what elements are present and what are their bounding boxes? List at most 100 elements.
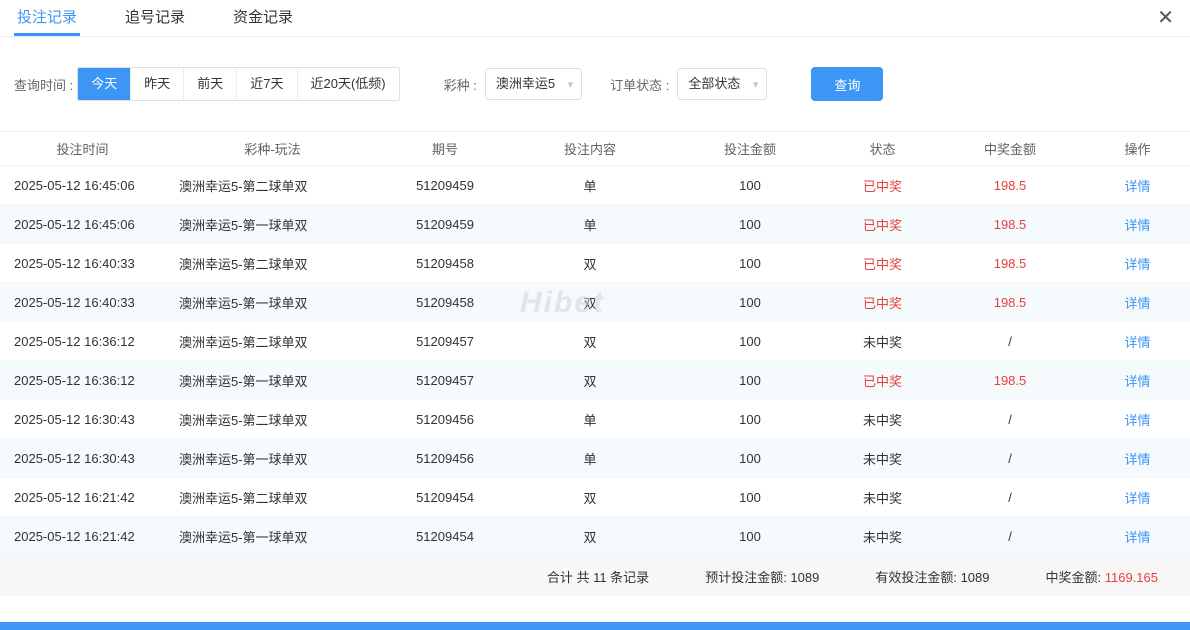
cell-win-amount: / <box>935 439 1085 478</box>
cell-amount: 100 <box>670 322 830 361</box>
cell-issue: 51209458 <box>380 244 510 283</box>
summary-win-amount: 中奖金额: 1169.165 <box>1046 567 1159 586</box>
cell-win-amount: / <box>935 400 1085 439</box>
table-row: 2025-05-12 16:36:12澳洲幸运5-第二球单双51209457双1… <box>0 322 1190 361</box>
tab-betting-records[interactable]: 投注记录 <box>14 0 80 36</box>
cell-win-amount: / <box>935 322 1085 361</box>
cell-content: 单 <box>510 439 670 478</box>
tab-chase-records[interactable]: 追号记录 <box>122 0 188 36</box>
table-row: 2025-05-12 16:30:43澳洲幸运5-第一球单双51209456单1… <box>0 439 1190 478</box>
header-win-amount: 中奖金额 <box>935 132 1085 166</box>
cell-issue: 51209459 <box>380 166 510 205</box>
chevron-down-icon: ▾ <box>568 70 574 100</box>
cell-issue: 51209454 <box>380 517 510 556</box>
summary-win-value: 1169.165 <box>1105 570 1158 585</box>
cell-amount: 100 <box>670 166 830 205</box>
order-status-select[interactable]: 全部状态 ▾ <box>677 68 767 100</box>
summary-bar: 合计 共 11 条记录 预计投注金额: 1089 有效投注金额: 1089 中奖… <box>0 556 1190 596</box>
detail-link[interactable]: 详情 <box>1124 179 1150 194</box>
cell-issue: 51209458 <box>380 283 510 322</box>
cell-status: 未中奖 <box>830 478 935 517</box>
cell-play: 澳洲幸运5-第二球单双 <box>165 244 380 283</box>
detail-link[interactable]: 详情 <box>1124 413 1150 428</box>
cell-action: 详情 <box>1085 205 1190 244</box>
header-bet-time: 投注时间 <box>0 132 165 166</box>
cell-amount: 100 <box>670 244 830 283</box>
cell-win-amount: / <box>935 478 1085 517</box>
detail-link[interactable]: 详情 <box>1124 218 1150 233</box>
cell-play: 澳洲幸运5-第二球单双 <box>165 478 380 517</box>
query-button[interactable]: 查询 <box>811 67 883 101</box>
cell-amount: 100 <box>670 439 830 478</box>
cell-content: 双 <box>510 244 670 283</box>
order-status-select-value: 全部状态 <box>688 76 740 91</box>
table-row: 2025-05-12 16:21:42澳洲幸运5-第二球单双51209454双1… <box>0 478 1190 517</box>
table-row: 2025-05-12 16:30:43澳洲幸运5-第二球单双51209456单1… <box>0 400 1190 439</box>
detail-link[interactable]: 详情 <box>1124 491 1150 506</box>
detail-link[interactable]: 详情 <box>1124 530 1150 545</box>
table-row: 2025-05-12 16:40:33澳洲幸运5-第二球单双51209458双1… <box>0 244 1190 283</box>
detail-link[interactable]: 详情 <box>1124 296 1150 311</box>
cell-issue: 51209454 <box>380 478 510 517</box>
cell-bet-time: 2025-05-12 16:45:06 <box>0 205 165 244</box>
cell-win-amount: 198.5 <box>935 166 1085 205</box>
cell-action: 详情 <box>1085 361 1190 400</box>
cell-content: 双 <box>510 478 670 517</box>
cell-content: 双 <box>510 517 670 556</box>
cell-bet-time: 2025-05-12 16:21:42 <box>0 478 165 517</box>
close-icon[interactable]: ✕ <box>1157 5 1174 31</box>
cell-amount: 100 <box>670 361 830 400</box>
detail-link[interactable]: 详情 <box>1124 452 1150 467</box>
cell-content: 双 <box>510 322 670 361</box>
cell-content: 单 <box>510 205 670 244</box>
cell-content: 单 <box>510 166 670 205</box>
time-range-group: 今天 昨天 前天 近7天 近20天(低频) <box>77 67 399 101</box>
summary-valid-amount: 有效投注金额: 1089 <box>875 567 989 586</box>
cell-bet-time: 2025-05-12 16:40:33 <box>0 244 165 283</box>
cell-content: 单 <box>510 400 670 439</box>
summary-win-label: 中奖金额: <box>1046 570 1105 585</box>
cell-status: 未中奖 <box>830 439 935 478</box>
cell-amount: 100 <box>670 283 830 322</box>
cell-amount: 100 <box>670 478 830 517</box>
lottery-select-value: 澳洲幸运5 <box>496 76 555 91</box>
header-action: 操作 <box>1085 132 1190 166</box>
time-option-yesterday[interactable]: 昨天 <box>130 68 183 100</box>
records-table: 投注时间 彩种-玩法 期号 投注内容 投注金额 状态 中奖金额 操作 2025-… <box>0 131 1190 556</box>
cell-status: 已中奖 <box>830 166 935 205</box>
cell-bet-time: 2025-05-12 16:40:33 <box>0 283 165 322</box>
records-table-body: 2025-05-12 16:45:06澳洲幸运5-第二球单双51209459单1… <box>0 166 1190 556</box>
tab-funds-records[interactable]: 资金记录 <box>230 0 296 36</box>
lottery-select[interactable]: 澳洲幸运5 ▾ <box>485 68 582 100</box>
lottery-label: 彩种 : <box>444 75 477 94</box>
order-status-label: 订单状态 : <box>610 75 669 94</box>
cell-action: 详情 <box>1085 400 1190 439</box>
table-row: 2025-05-12 16:21:42澳洲幸运5-第一球单双51209454双1… <box>0 517 1190 556</box>
cell-play: 澳洲幸运5-第一球单双 <box>165 517 380 556</box>
detail-link[interactable]: 详情 <box>1124 257 1150 272</box>
header-content: 投注内容 <box>510 132 670 166</box>
detail-link[interactable]: 详情 <box>1124 374 1150 389</box>
cell-win-amount: 198.5 <box>935 283 1085 322</box>
time-option-20days[interactable]: 近20天(低频) <box>297 68 399 100</box>
cell-win-amount: / <box>935 517 1085 556</box>
cell-action: 详情 <box>1085 517 1190 556</box>
bottom-accent-bar <box>0 622 1190 630</box>
cell-issue: 51209456 <box>380 439 510 478</box>
time-option-day-before[interactable]: 前天 <box>183 68 236 100</box>
cell-play: 澳洲幸运5-第一球单双 <box>165 205 380 244</box>
cell-win-amount: 198.5 <box>935 244 1085 283</box>
cell-action: 详情 <box>1085 244 1190 283</box>
cell-bet-time: 2025-05-12 16:21:42 <box>0 517 165 556</box>
table-row: 2025-05-12 16:40:33澳洲幸运5-第一球单双51209458双1… <box>0 283 1190 322</box>
detail-link[interactable]: 详情 <box>1124 335 1150 350</box>
cell-play: 澳洲幸运5-第二球单双 <box>165 400 380 439</box>
cell-bet-time: 2025-05-12 16:36:12 <box>0 322 165 361</box>
header-status: 状态 <box>830 132 935 166</box>
time-option-7days[interactable]: 近7天 <box>236 68 296 100</box>
cell-status: 未中奖 <box>830 517 935 556</box>
time-option-today[interactable]: 今天 <box>78 68 130 100</box>
cell-status: 已中奖 <box>830 361 935 400</box>
summary-total: 合计 共 11 条记录 <box>547 567 649 586</box>
cell-win-amount: 198.5 <box>935 361 1085 400</box>
